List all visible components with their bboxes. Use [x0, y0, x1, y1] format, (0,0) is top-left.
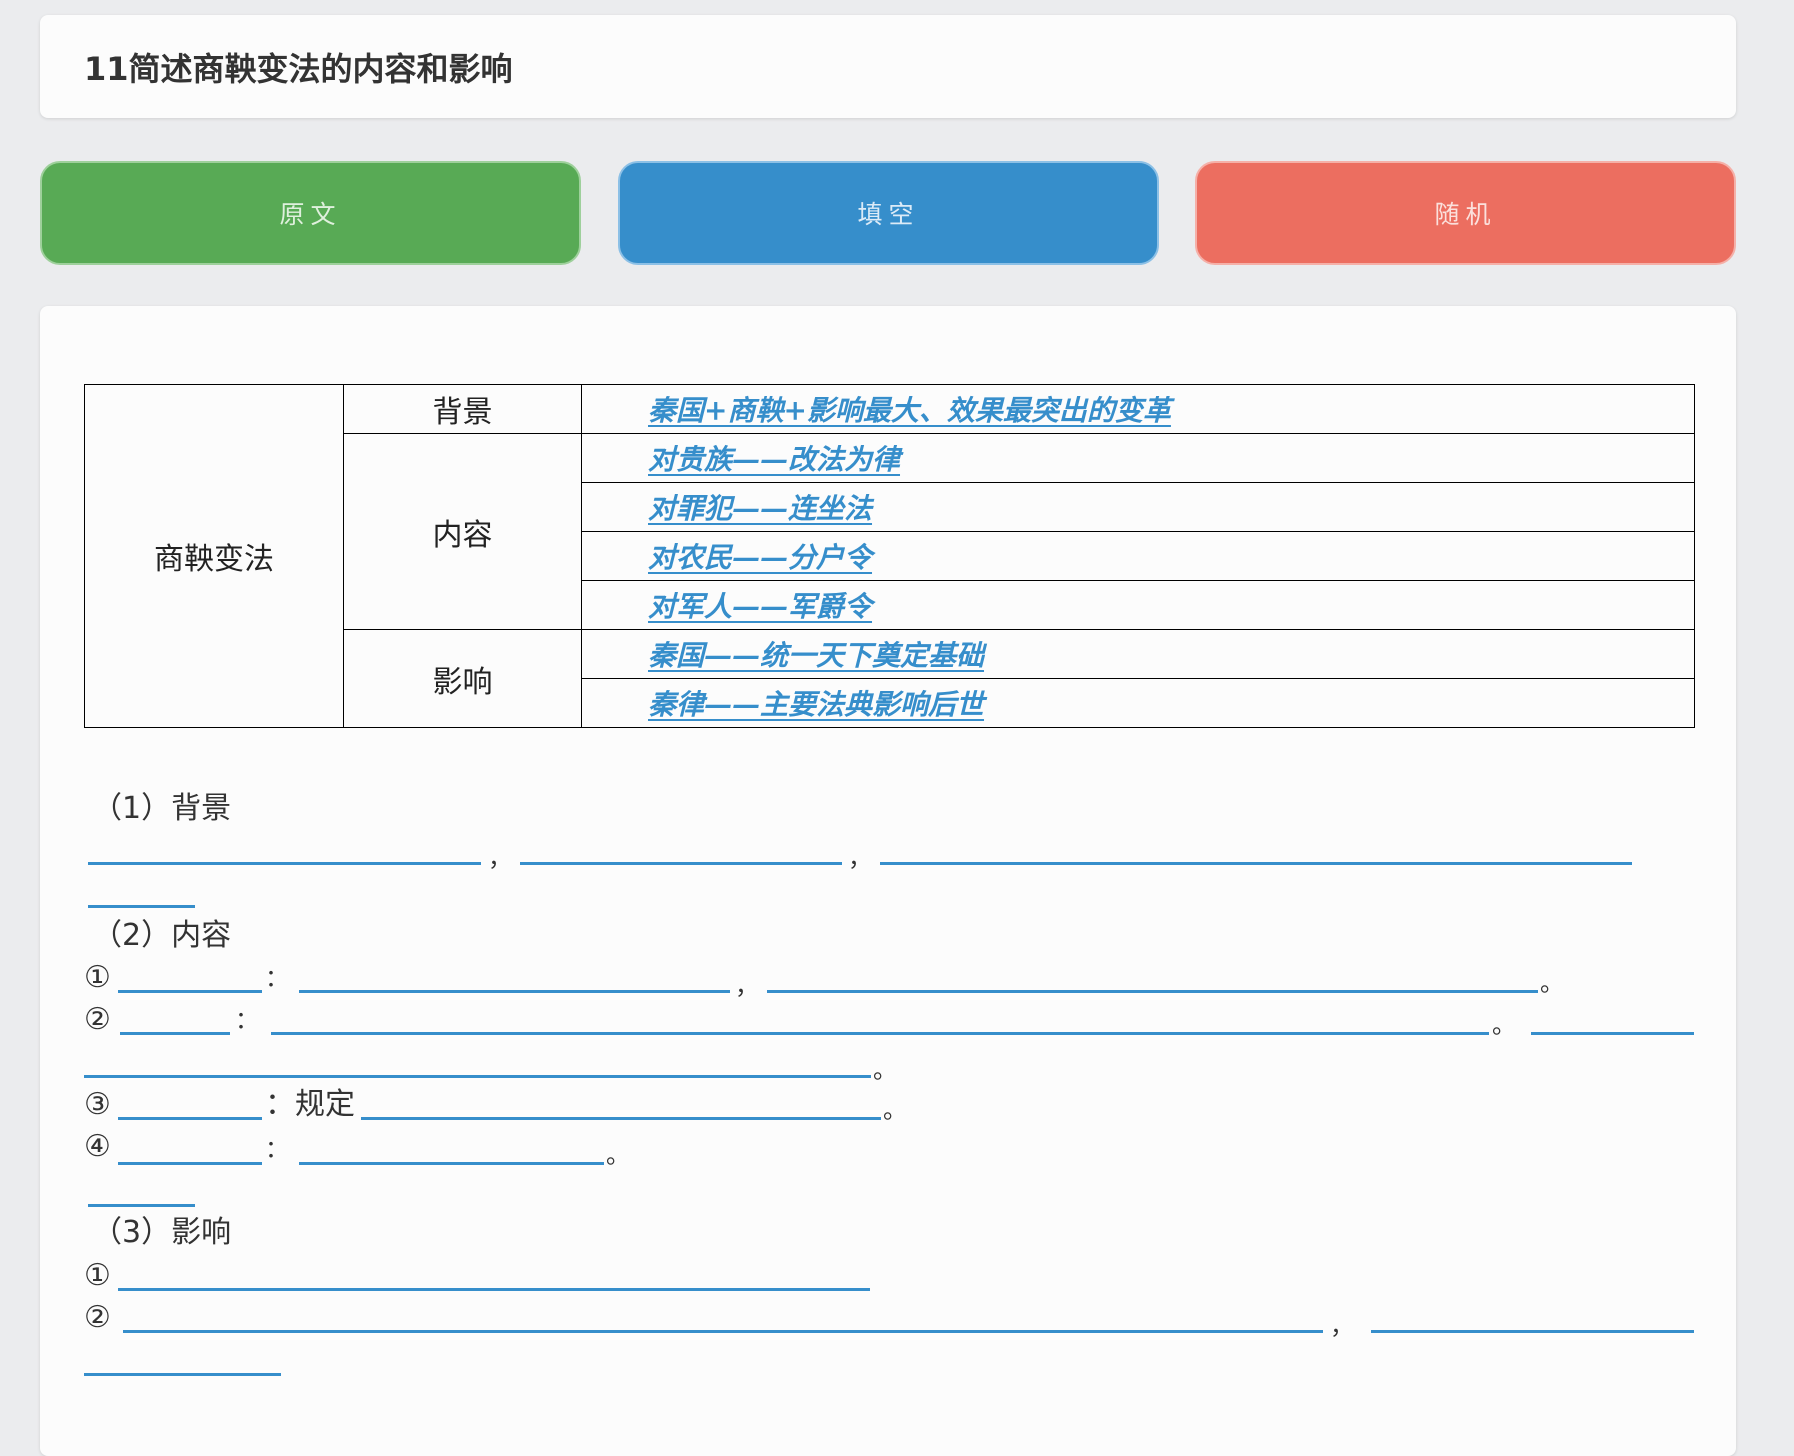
answer-cell: 对罪犯——连坐法: [581, 482, 1695, 532]
comma: ，: [1330, 1312, 1354, 1340]
answer-cell: 对军人——军爵令: [581, 580, 1695, 630]
blank[interactable]: [118, 990, 262, 993]
period: 。: [1492, 1011, 1516, 1039]
item-number: ③: [84, 1087, 111, 1122]
answer-cell: 秦律——主要法典影响后世: [581, 678, 1695, 728]
blank[interactable]: [120, 1032, 230, 1035]
blank[interactable]: [84, 1373, 281, 1376]
blank[interactable]: [1371, 1330, 1694, 1333]
period: 。: [606, 1141, 630, 1169]
blank[interactable]: [118, 1288, 870, 1291]
colon: ：: [265, 1135, 289, 1163]
colon: ：: [265, 964, 289, 992]
fill-blank-button[interactable]: 填空: [618, 161, 1159, 265]
blank[interactable]: [88, 1204, 195, 1207]
blank[interactable]: [520, 862, 842, 865]
blank[interactable]: [880, 862, 1632, 865]
blank[interactable]: [299, 990, 730, 993]
answer-cell: 秦国+商鞅+影响最大、效果最突出的变革: [581, 384, 1695, 434]
outline-table: 商鞅变法 背景 秦国+商鞅+影响最大、效果最突出的变革 内容 对贵族——改法为律…: [84, 384, 1695, 728]
section-background: 背景: [343, 384, 582, 434]
section-content: 内容: [343, 433, 582, 630]
blank[interactable]: [1531, 1032, 1694, 1035]
blank[interactable]: [271, 1032, 1489, 1035]
blank[interactable]: [767, 990, 1538, 993]
page-title: 11简述商鞅变法的内容和影响: [84, 49, 513, 88]
item-number: ④: [84, 1129, 111, 1164]
item-number: ①: [84, 960, 111, 995]
answer-cell: 秦国——统一天下奠定基础: [581, 629, 1695, 679]
item-number: ②: [84, 1300, 111, 1335]
original-text-button[interactable]: 原文: [40, 161, 581, 265]
random-button[interactable]: 随机: [1195, 161, 1736, 265]
period: 。: [873, 1056, 897, 1084]
comma: ，: [488, 844, 512, 872]
heading-content: （2）内容: [92, 918, 232, 953]
section-impact: 影响: [343, 629, 582, 728]
blank[interactable]: [361, 1117, 881, 1120]
blank[interactable]: [88, 905, 195, 908]
blank[interactable]: [88, 862, 481, 865]
comma: ，: [735, 972, 759, 1000]
item-number: ①: [84, 1258, 111, 1293]
colon: ：: [235, 1006, 259, 1034]
topic-cell: 商鞅变法: [84, 384, 344, 728]
answer-cell: 对贵族——改法为律: [581, 433, 1695, 483]
item-number: ②: [84, 1002, 111, 1037]
heading-background: （1）背景: [92, 791, 232, 826]
blank[interactable]: [118, 1162, 262, 1165]
answer-cell: 对农民——分户令: [581, 531, 1695, 581]
blank[interactable]: [118, 1117, 262, 1120]
title-card: 11简述商鞅变法的内容和影响: [40, 15, 1736, 118]
comma: ，: [848, 844, 872, 872]
blank[interactable]: [123, 1330, 1323, 1333]
period: 。: [1540, 969, 1564, 997]
period: 。: [883, 1096, 907, 1124]
rule-label: ：规定: [265, 1087, 355, 1122]
heading-impact: （3）影响: [92, 1215, 232, 1250]
blank[interactable]: [84, 1075, 871, 1078]
blank[interactable]: [299, 1162, 604, 1165]
